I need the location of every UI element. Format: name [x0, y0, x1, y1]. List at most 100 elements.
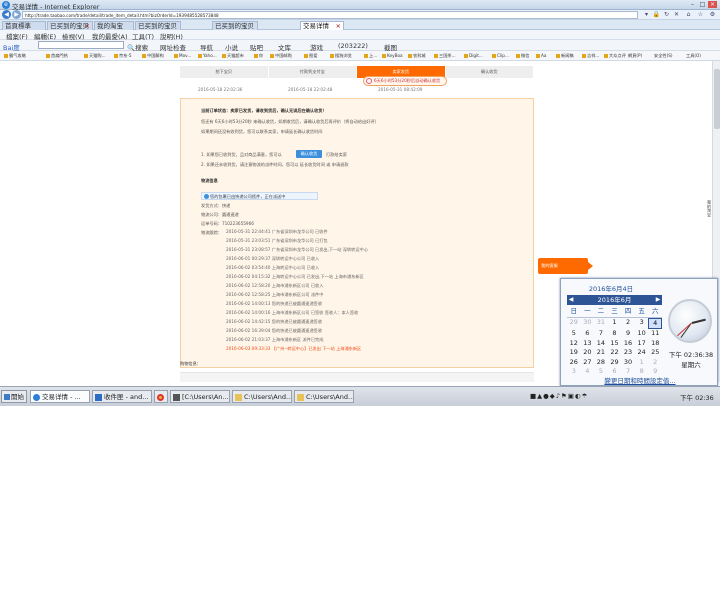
dropdown-icon[interactable]: ▾	[642, 11, 651, 19]
back-icon[interactable]: ◀	[2, 10, 11, 19]
taskbar-folder[interactable]: C:\Users\And...	[294, 390, 354, 403]
star-icon[interactable]: ☆	[696, 11, 705, 19]
favorite-link[interactable]: 你	[254, 53, 263, 59]
favorite-link[interactable]: Aa	[536, 53, 546, 58]
side-tab[interactable]: 我的淘宝	[706, 200, 712, 260]
gear-icon[interactable]: ⚙	[708, 11, 717, 19]
tab-1[interactable]: 首頁標準	[2, 21, 46, 30]
home-icon[interactable]: ⌂	[684, 11, 693, 19]
taskbar-chrome[interactable]	[154, 390, 168, 403]
tab-2[interactable]: 已买到的宝贝 ×	[47, 21, 93, 30]
favorite-link[interactable]: 首扁門热	[46, 53, 68, 59]
day-cell[interactable]: 21	[594, 348, 608, 358]
day-cell[interactable]: 31	[594, 318, 608, 330]
url-input[interactable]: http://trade.taobao.com/trade/detail/tra…	[22, 11, 638, 19]
day-cell[interactable]: 6	[581, 329, 595, 339]
toolbar-item[interactable]: (203222)	[338, 42, 368, 50]
day-cell[interactable]: 27	[581, 358, 595, 368]
day-cell[interactable]: 29	[567, 318, 581, 330]
tab-3[interactable]: 我的淘宝	[94, 21, 134, 30]
favorite-link[interactable]: 天猫超市	[222, 53, 244, 59]
day-cell[interactable]: 1	[635, 358, 649, 368]
lock-icon[interactable]: 🔒	[652, 11, 661, 19]
day-cell[interactable]: 26	[567, 358, 581, 368]
day-cell[interactable]: 15	[608, 339, 622, 349]
change-datetime-link[interactable]: 變更日期和時間設定值...	[561, 375, 719, 385]
day-cell[interactable]: 16	[621, 339, 635, 349]
favorite-link[interactable]: 吉祥...	[582, 53, 599, 59]
favorite-link[interactable]: 中国邮购	[270, 53, 292, 59]
favorite-link[interactable]: 大众点评	[604, 53, 626, 59]
refresh-icon[interactable]: ↻	[662, 11, 671, 19]
day-cell[interactable]: 13	[581, 339, 595, 349]
day-cell[interactable]: 23	[621, 348, 635, 358]
favorite-link[interactable]: Clip...	[492, 53, 509, 58]
favorite-link[interactable]: 天猫购...	[84, 53, 106, 59]
search-input[interactable]	[38, 41, 124, 49]
day-cell[interactable]: 24	[635, 348, 649, 358]
favorite-link[interactable]: KeyBoa	[382, 53, 403, 58]
favorite-link[interactable]: Yaho...	[198, 53, 217, 58]
taskbar-outlook[interactable]: 收件匣 - and...	[92, 390, 152, 403]
day-cell[interactable]: 28	[594, 358, 608, 368]
favorite-link[interactable]: 搜狗浏览	[330, 53, 352, 59]
start-button[interactable]: 開始	[1, 390, 27, 403]
calendar-date-long[interactable]: 2016年6月4日	[561, 283, 661, 293]
favorite-link[interactable]: 图爱	[304, 53, 317, 59]
next-month-icon[interactable]: ▶	[654, 295, 662, 305]
favorite-link[interactable]: 新闻稿	[556, 53, 574, 59]
confirm-receipt-button[interactable]: 确认收货	[296, 150, 322, 158]
day-cell[interactable]: 30	[581, 318, 595, 330]
day-cell[interactable]: 10	[635, 329, 649, 339]
day-cell-today[interactable]: 4	[648, 317, 662, 329]
day-cell[interactable]: 11	[648, 329, 662, 339]
day-cell[interactable]: 2	[621, 318, 635, 330]
taskbar-explorer[interactable]: [C:\Users\An...	[170, 390, 230, 403]
tab-4[interactable]: 已买到的宝贝	[135, 21, 181, 30]
day-cell[interactable]: 7	[594, 329, 608, 339]
day-cell[interactable]: 12	[567, 339, 581, 349]
stop-icon[interactable]: ✕	[672, 11, 681, 19]
day-cell[interactable]: 20	[581, 348, 595, 358]
close-button[interactable]: ×	[708, 1, 717, 8]
safety-menu[interactable]: 安全性(S)	[654, 53, 673, 59]
day-cell[interactable]: 25	[648, 348, 662, 358]
page-menu[interactable]: 網頁(P)	[628, 53, 642, 59]
favorite-link[interactable]: 中国解构	[142, 53, 164, 59]
tab-5[interactable]: 已买到的宝贝	[212, 21, 258, 30]
favorite-link[interactable]: 微信	[516, 53, 529, 59]
favorite-link[interactable]: 三国杀...	[434, 53, 456, 59]
favorite-link[interactable]: Digit...	[464, 53, 483, 58]
favorite-link[interactable]: 京东-5	[114, 53, 132, 59]
favorite-link[interactable]: 上...	[364, 53, 377, 59]
day-cell[interactable]: 30	[621, 358, 635, 368]
favorite-link[interactable]: Mov...	[174, 53, 191, 58]
customer-service-button[interactable]: 我的客服	[538, 258, 593, 274]
scrollbar-thumb[interactable]	[714, 69, 720, 129]
day-cell[interactable]: 1	[608, 318, 622, 330]
tab-active[interactable]: 交易详情 ×	[300, 21, 344, 30]
day-cell[interactable]: 19	[567, 348, 581, 358]
day-cell[interactable]: 14	[594, 339, 608, 349]
tools-menu[interactable]: 工具(O)	[686, 53, 701, 59]
taskbar-ie[interactable]: 交易详情 - ...	[30, 390, 90, 403]
favorite-link[interactable]: 霸气攻略	[4, 53, 26, 59]
prev-month-icon[interactable]: ◀	[567, 295, 575, 305]
forward-icon[interactable]: ▶	[12, 10, 21, 19]
taskbar-folder[interactable]: C:\Users\And...	[232, 390, 292, 403]
day-cell[interactable]: 5	[567, 329, 581, 339]
taskbar-clock[interactable]: 下午 02:36	[680, 392, 714, 402]
calendar-month[interactable]: 2016年6月	[598, 296, 632, 304]
day-cell[interactable]: 9	[621, 329, 635, 339]
day-cell[interactable]: 18	[648, 339, 662, 349]
close-icon[interactable]: ×	[336, 22, 341, 30]
day-cell[interactable]: 3	[635, 318, 649, 330]
close-icon[interactable]: ×	[85, 22, 90, 30]
system-tray-icons[interactable]: ■▲●◆♪⚑▣◐☂	[530, 392, 588, 400]
day-cell[interactable]: 22	[608, 348, 622, 358]
favorite-link[interactable]: 农科城	[408, 53, 426, 59]
minimize-button[interactable]: –	[688, 1, 697, 8]
maximize-button[interactable]: □	[698, 1, 707, 8]
day-cell[interactable]: 2	[648, 358, 662, 368]
day-cell[interactable]: 8	[608, 329, 622, 339]
